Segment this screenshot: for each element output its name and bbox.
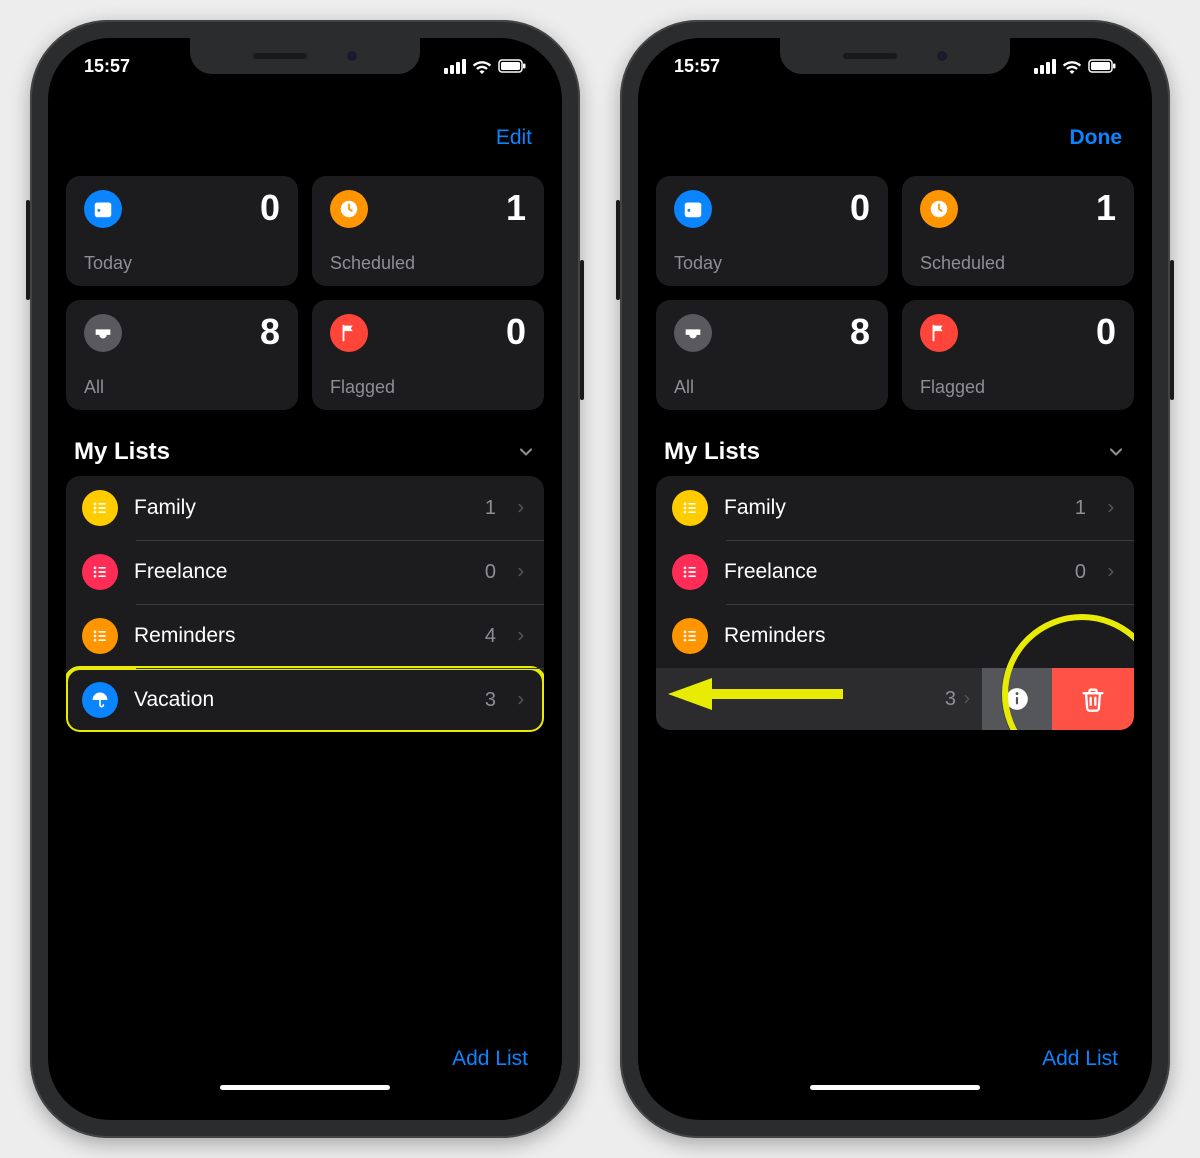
screen: 15:57 Done 0 Today (638, 38, 1152, 1120)
list-count: 3 (945, 688, 956, 711)
chevron-icon (514, 565, 528, 579)
tile-count: 0 (260, 190, 280, 226)
list-count: 4 (485, 625, 496, 648)
list-icon (672, 554, 708, 590)
tile-today[interactable]: 0 Today (66, 176, 298, 286)
collapse-icon[interactable] (516, 442, 536, 462)
add-list-button[interactable]: Add List (1042, 1047, 1118, 1071)
chevron-icon (1104, 565, 1118, 579)
chevron-icon (514, 501, 528, 515)
tile-count: 0 (506, 314, 526, 350)
wifi-icon (1062, 59, 1082, 74)
list-title: Family (724, 496, 1059, 520)
calendar-icon (84, 190, 122, 228)
list-title: Reminders (134, 624, 469, 648)
tile-label: Flagged (330, 377, 526, 398)
phone-left: 15:57 Edit 0 Today (30, 20, 580, 1138)
battery-icon (1088, 59, 1116, 73)
umbrella-icon (82, 682, 118, 718)
battery-icon (498, 59, 526, 73)
list-icon (82, 618, 118, 654)
tile-all[interactable]: 8 All (66, 300, 298, 410)
section-title: My Lists (664, 438, 760, 466)
list-icon (672, 490, 708, 526)
add-list-button[interactable]: Add List (452, 1047, 528, 1071)
chevron-icon (514, 693, 528, 707)
signal-icon (444, 59, 466, 74)
screen: 15:57 Edit 0 Today (48, 38, 562, 1120)
tile-label: All (84, 377, 280, 398)
done-button[interactable]: Done (1070, 126, 1123, 150)
clock-icon (920, 190, 958, 228)
home-indicator[interactable] (810, 1085, 980, 1090)
tile-scheduled[interactable]: 1 Scheduled (902, 176, 1134, 286)
tile-all[interactable]: 8 All (656, 300, 888, 410)
tile-count: 1 (506, 190, 526, 226)
tile-label: All (674, 377, 870, 398)
wifi-icon (472, 59, 492, 74)
list-count: 3 (485, 689, 496, 712)
smart-lists: 0 Today 1 Scheduled 8 (656, 176, 1134, 410)
clock-icon (330, 190, 368, 228)
flag-icon (330, 314, 368, 352)
chevron-icon (514, 629, 528, 643)
list-item-freelance[interactable]: Freelance 0 (66, 540, 544, 604)
tile-count: 0 (850, 190, 870, 226)
section-title: My Lists (74, 438, 170, 466)
list-item-family[interactable]: Family 1 (66, 476, 544, 540)
list-item-vacation[interactable]: Vacation 3 (66, 668, 544, 732)
list-count: 1 (485, 497, 496, 520)
notch (190, 38, 420, 74)
list-item-reminders[interactable]: Reminders 4 (66, 604, 544, 668)
list-count: 0 (1075, 561, 1086, 584)
tray-icon (84, 314, 122, 352)
tile-flagged[interactable]: 0 Flagged (312, 300, 544, 410)
list-count: 0 (485, 561, 496, 584)
collapse-icon[interactable] (1106, 442, 1126, 462)
phone-right: 15:57 Done 0 Today (620, 20, 1170, 1138)
list-item-family[interactable]: Family 1 (656, 476, 1134, 540)
tile-label: Flagged (920, 377, 1116, 398)
signal-icon (1034, 59, 1056, 74)
list-icon (672, 618, 708, 654)
tile-scheduled[interactable]: 1 Scheduled (312, 176, 544, 286)
tile-label: Scheduled (330, 253, 526, 274)
chevron-icon (1104, 501, 1118, 515)
list-title: Freelance (724, 560, 1059, 584)
status-time: 15:57 (674, 56, 720, 77)
status-time: 15:57 (84, 56, 130, 77)
annotation-arrow-icon (668, 674, 848, 714)
tile-label: Today (674, 253, 870, 274)
edit-button[interactable]: Edit (496, 126, 532, 150)
my-lists: Family 1 Freelance 0 Reminders (656, 476, 1134, 730)
home-indicator[interactable] (220, 1085, 390, 1090)
tile-today[interactable]: 0 Today (656, 176, 888, 286)
list-title: Freelance (134, 560, 469, 584)
tray-icon (674, 314, 712, 352)
list-count: 1 (1075, 497, 1086, 520)
my-lists: Family 1 Freelance 0 Reminders 4 (66, 476, 544, 732)
list-title: Vacation (134, 688, 469, 712)
tile-count: 8 (260, 314, 280, 350)
tile-label: Today (84, 253, 280, 274)
list-title: Family (134, 496, 469, 520)
tile-count: 0 (1096, 314, 1116, 350)
list-icon (82, 490, 118, 526)
flag-icon (920, 314, 958, 352)
tile-flagged[interactable]: 0 Flagged (902, 300, 1134, 410)
notch (780, 38, 1010, 74)
smart-lists: 0 Today 1 Scheduled 8 (66, 176, 544, 410)
calendar-icon (674, 190, 712, 228)
tile-count: 1 (1096, 190, 1116, 226)
list-icon (82, 554, 118, 590)
list-item-freelance[interactable]: Freelance 0 (656, 540, 1134, 604)
tile-count: 8 (850, 314, 870, 350)
tile-label: Scheduled (920, 253, 1116, 274)
